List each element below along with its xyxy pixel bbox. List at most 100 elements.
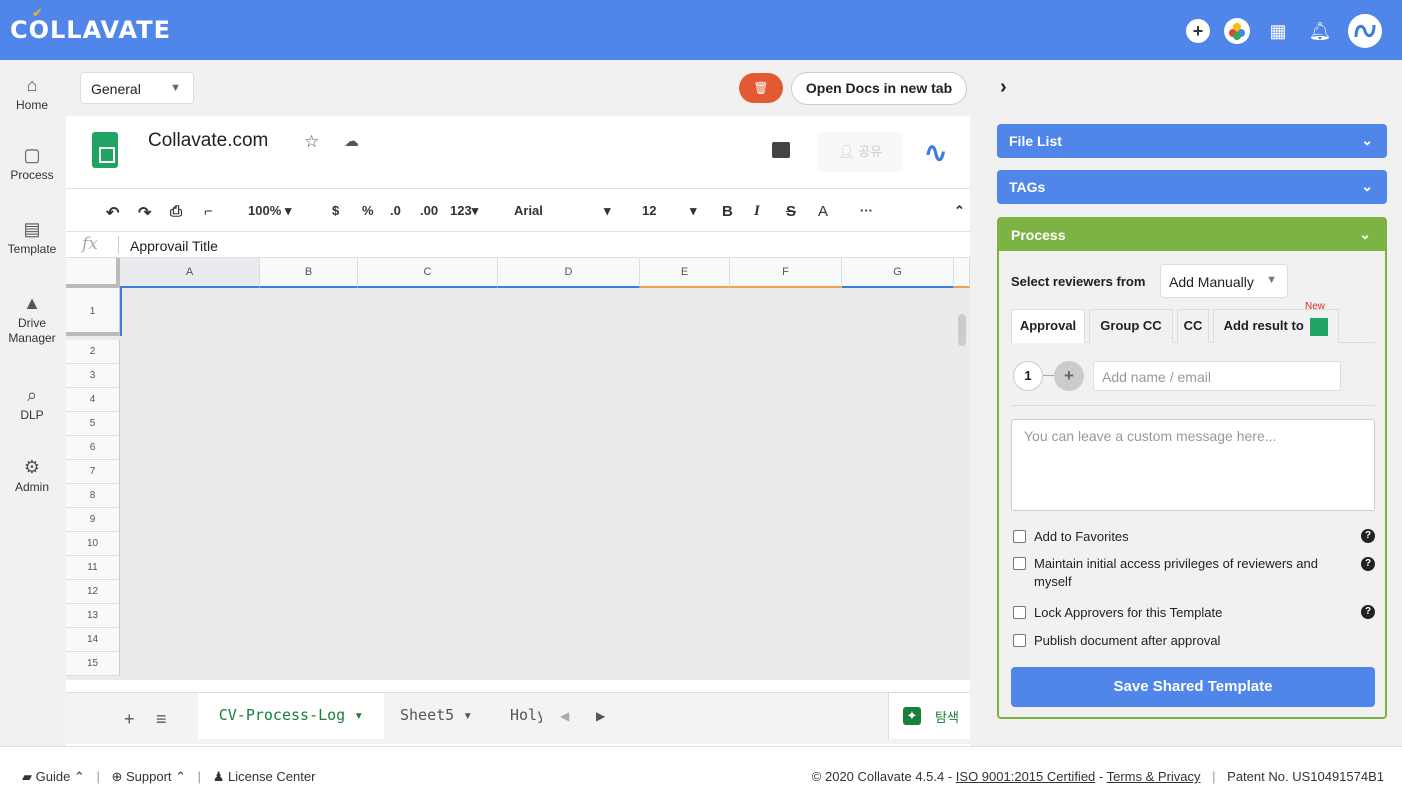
tab-add-result-to[interactable]: Add result to — [1213, 309, 1339, 343]
tab-holy[interactable]: Holy — [510, 693, 542, 739]
reviewer-name-input[interactable]: Add name / email — [1093, 361, 1341, 391]
star-icon[interactable]: ☆ — [304, 132, 319, 152]
terms-link[interactable]: Terms & Privacy — [1107, 769, 1201, 784]
grid-icon[interactable]: ▦ — [1264, 17, 1292, 45]
add-icon[interactable]: + — [1186, 19, 1210, 43]
currency-button[interactable]: $ — [332, 203, 339, 218]
tab-cc[interactable]: CC — [1177, 309, 1209, 343]
number-format-select[interactable]: 123▾ — [450, 203, 478, 219]
publish-checkbox[interactable]: Publish document after approval — [1013, 633, 1343, 648]
font-caret-icon[interactable]: ▾ — [604, 203, 611, 219]
increase-decimal-button[interactable]: .00 — [420, 203, 438, 218]
support-link[interactable]: ⊕ Support ⌃ — [111, 769, 186, 784]
column-header[interactable]: B — [260, 258, 358, 288]
sidebar-item-process[interactable]: ▢ Process — [0, 144, 64, 182]
column-header[interactable]: C — [358, 258, 498, 288]
row-header[interactable]: 15 — [66, 652, 120, 676]
bold-button[interactable]: B — [722, 203, 733, 220]
delete-button[interactable]: 🗑︎ — [739, 73, 783, 103]
avatar[interactable] — [1348, 14, 1382, 48]
favorites-checkbox[interactable]: Add to Favorites — [1013, 529, 1343, 544]
add-reviewer-icon[interactable]: + — [1054, 361, 1084, 391]
collapse-icon[interactable]: ⌃ — [954, 203, 965, 219]
undo-icon[interactable]: ↶ — [106, 203, 119, 223]
font-select[interactable]: Arial — [514, 203, 543, 218]
decrease-decimal-button[interactable]: .0 — [390, 203, 401, 218]
file-list-panel[interactable]: File List ⌄ — [997, 124, 1387, 158]
scroll-right-icon[interactable]: ▶ — [596, 709, 605, 723]
lock-approvers-checkbox[interactable]: Lock Approvers for this Template — [1013, 605, 1343, 620]
cell-grid[interactable]: A B C D E F G 1 2 3 4 5 6 7 8 9 10 11 12… — [66, 258, 970, 680]
row-header[interactable]: 14 — [66, 628, 120, 652]
sidebar-item-template[interactable]: ▤ Template — [0, 218, 64, 256]
tab-cv-process-log[interactable]: CV-Process-Log ▾ — [198, 693, 384, 739]
row-header[interactable]: 6 — [66, 436, 120, 460]
formula-input[interactable]: Approvail Title — [130, 238, 218, 254]
explore-button[interactable]: ✦ 탐색 — [888, 693, 970, 739]
row-header[interactable]: 3 — [66, 364, 120, 388]
row-header[interactable]: 8 — [66, 484, 120, 508]
add-sheet-icon[interactable]: + — [124, 709, 135, 730]
tags-panel[interactable]: TAGs ⌄ — [997, 170, 1387, 204]
more-button[interactable]: ··· — [860, 203, 873, 218]
apps-bubbles-icon[interactable] — [1224, 18, 1250, 44]
paint-format-icon[interactable]: ⌐ — [204, 203, 213, 220]
vertical-scrollbar[interactable] — [958, 314, 966, 346]
help-icon[interactable]: ? — [1361, 605, 1375, 619]
row-header[interactable]: 2 — [66, 340, 120, 364]
bell-icon[interactable]: 🔔︎ — [1306, 17, 1334, 45]
help-icon[interactable]: ? — [1361, 529, 1375, 543]
print-icon[interactable]: ⎙ — [170, 203, 182, 220]
tab-sheet5[interactable]: Sheet5 ▾ — [400, 693, 472, 739]
row-header[interactable]: 7 — [66, 460, 120, 484]
sidebar-item-home[interactable]: ⌂ Home — [0, 74, 64, 112]
row-header[interactable]: 9 — [66, 508, 120, 532]
cloud-status-icon[interactable]: ☁ — [344, 132, 359, 150]
row-header[interactable]: 4 — [66, 388, 120, 412]
row-header[interactable]: 13 — [66, 604, 120, 628]
column-header[interactable]: E — [640, 258, 730, 288]
sidebar-item-drive-manager[interactable]: ▲ Drive Manager — [0, 292, 64, 346]
row-header[interactable]: 12 — [66, 580, 120, 604]
text-color-button[interactable]: A — [818, 203, 828, 220]
row-header[interactable]: 1 — [66, 288, 120, 336]
column-header[interactable]: F — [730, 258, 842, 288]
sidebar-item-admin[interactable]: ⚙ Admin — [0, 456, 64, 494]
collavate-logo[interactable]: ✔ COLLAVATE — [10, 6, 171, 44]
tab-group-cc[interactable]: Group CC — [1089, 309, 1173, 343]
select-all-corner[interactable] — [66, 258, 120, 288]
open-docs-button[interactable]: Open Docs in new tab — [791, 72, 967, 105]
column-header[interactable] — [954, 258, 970, 288]
zoom-select[interactable]: 100% ▾ — [248, 203, 291, 219]
redo-icon[interactable]: ↷ — [138, 203, 151, 223]
share-button[interactable]: 👤︎ 공유 — [817, 132, 903, 172]
italic-button[interactable]: I — [754, 203, 760, 220]
font-size-caret-icon[interactable]: ▾ — [690, 203, 697, 219]
maintain-access-checkbox[interactable]: Maintain initial access privileges of re… — [1013, 555, 1343, 591]
iso-link[interactable]: ISO 9001:2015 Certified — [956, 769, 1095, 784]
custom-message-textarea[interactable]: You can leave a custom message here... — [1011, 419, 1375, 511]
column-header[interactable]: D — [498, 258, 640, 288]
font-size-select[interactable]: 12 — [642, 203, 656, 218]
row-header[interactable]: 10 — [66, 532, 120, 556]
sidebar-item-dlp[interactable]: ⌕ DLP — [0, 384, 64, 422]
license-link[interactable]: ♟ License Center — [213, 769, 316, 784]
help-icon[interactable]: ? — [1361, 557, 1375, 571]
reviewer-source-select[interactable]: Add Manually ▼ — [1160, 264, 1288, 298]
all-sheets-icon[interactable]: ≡ — [156, 709, 167, 730]
guide-link[interactable]: ▰ Guide ⌃ — [22, 769, 85, 784]
row-header[interactable]: 11 — [66, 556, 120, 580]
document-title[interactable]: Collavate.com — [148, 130, 268, 152]
chevron-right-icon[interactable]: › — [1000, 76, 1007, 99]
process-header[interactable]: Process ⌄ — [999, 219, 1385, 251]
column-header[interactable]: A — [120, 258, 260, 288]
scroll-left-icon[interactable]: ◀ — [560, 709, 569, 723]
row-header[interactable]: 5 — [66, 412, 120, 436]
save-template-button[interactable]: Save Shared Template — [1011, 667, 1375, 707]
collavate-wave-icon[interactable]: ∿ — [924, 136, 947, 169]
comment-icon[interactable] — [772, 142, 790, 158]
tab-approval[interactable]: Approval — [1011, 309, 1085, 343]
column-header[interactable]: G — [842, 258, 954, 288]
category-select[interactable]: General ▼ — [80, 72, 194, 104]
strikethrough-button[interactable]: S — [786, 203, 796, 220]
